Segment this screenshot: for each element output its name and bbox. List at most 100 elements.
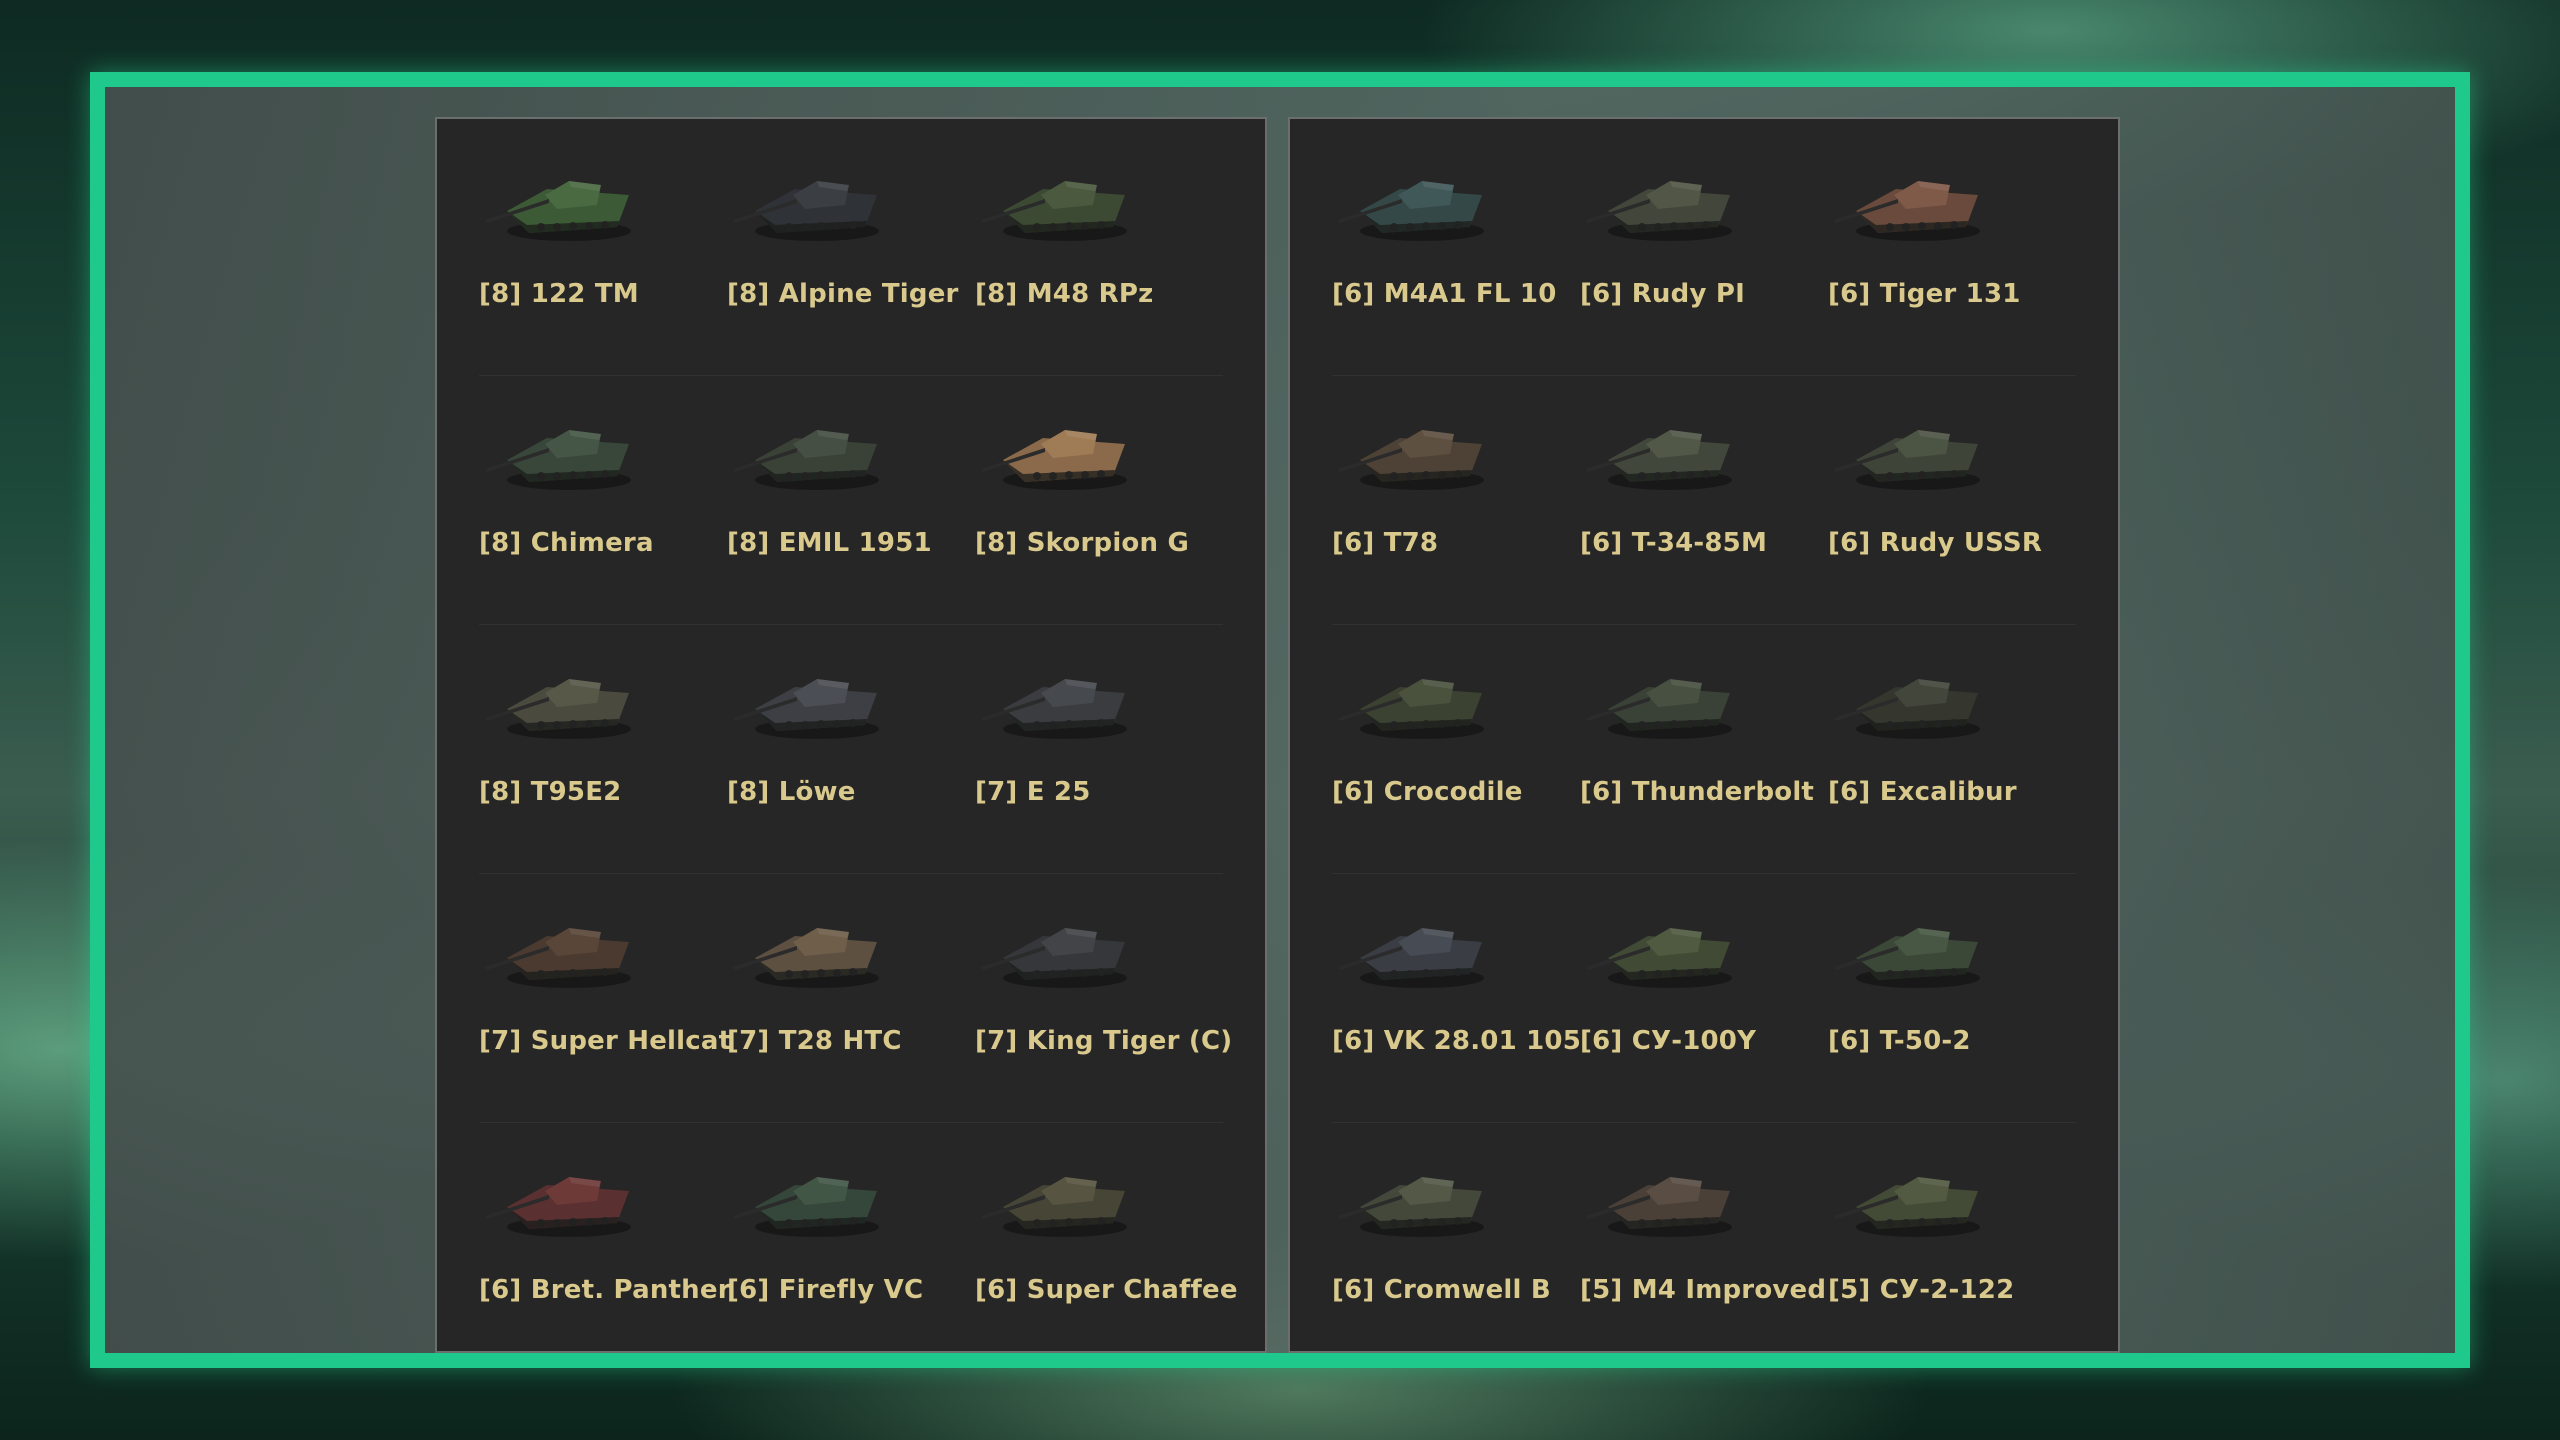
vehicle-card[interactable]: [6] Super Chaffee [975, 1123, 1238, 1372]
vehicle-card[interactable]: [6] СУ-100Y [1580, 874, 1828, 1122]
vehicle-card[interactable]: [8] Alpine Tiger [727, 127, 975, 375]
tank-icon [479, 647, 649, 747]
tank-icon [1332, 1145, 1502, 1245]
tank-icon [975, 398, 1145, 498]
vehicle-card[interactable]: [5] СУ-2-122 [1828, 1123, 2076, 1372]
vehicle-label: [6] T-50-2 [1828, 1026, 1971, 1056]
vehicle-card[interactable]: [8] M48 RPz [975, 127, 1223, 375]
vehicle-card[interactable]: [6] Thunderbolt [1580, 625, 1828, 873]
tank-icon [1828, 149, 1998, 249]
vehicle-card[interactable]: [6] Excalibur [1828, 625, 2076, 873]
vehicle-label: [6] СУ-100Y [1580, 1026, 1757, 1056]
vehicle-panel-right: [6] M4A1 FL 10 [6] Rudy PI [6] Tiger 131 [1288, 117, 2120, 1353]
vehicle-label: [6] Firefly VC [727, 1275, 924, 1305]
vehicle-row: [6] VK 28.01 105 [6] СУ-100Y [6] T-50-2 [1332, 874, 2076, 1123]
vehicle-label: [8] M48 RPz [975, 279, 1154, 309]
tank-icon [975, 896, 1145, 996]
vehicle-card[interactable]: [8] EMIL 1951 [727, 376, 975, 624]
tank-icon [479, 896, 649, 996]
vehicle-label: [6] Crocodile [1332, 777, 1523, 807]
vehicle-card[interactable]: [6] T78 [1332, 376, 1580, 624]
tank-icon [727, 398, 897, 498]
vehicle-card[interactable]: [7] E 25 [975, 625, 1223, 873]
vehicle-label: [8] Chimera [479, 528, 654, 558]
vehicle-row: [8] 122 TM [8] Alpine Tiger [8] M48 RPz [479, 127, 1223, 376]
vehicle-card[interactable]: [6] T-50-2 [1828, 874, 2076, 1122]
vehicle-label: [6] Cromwell B [1332, 1275, 1551, 1305]
vehicle-label: [6] M4A1 FL 10 [1332, 279, 1557, 309]
tank-icon [1332, 647, 1502, 747]
vehicle-card[interactable]: [8] 122 TM [479, 127, 727, 375]
vehicle-card[interactable]: [6] VK 28.01 105 [1332, 874, 1581, 1122]
tank-icon [1332, 149, 1502, 249]
vehicle-grid: [6] M4A1 FL 10 [6] Rudy PI [6] Tiger 131 [1332, 127, 2076, 1372]
vehicle-label: [6] Rudy USSR [1828, 528, 2043, 558]
tank-icon [727, 896, 897, 996]
tank-icon [479, 398, 649, 498]
vehicle-card[interactable]: [7] Super Hellcat [479, 874, 731, 1122]
tank-icon [1580, 647, 1750, 747]
vehicle-card[interactable]: [5] M4 Improved [1580, 1123, 1828, 1372]
vehicle-label: [6] T-34-85M [1580, 528, 1768, 558]
vehicle-card[interactable]: [6] T-34-85M [1580, 376, 1828, 624]
vehicle-card[interactable]: [6] Rudy PI [1580, 127, 1828, 375]
vehicle-card[interactable]: [8] Löwe [727, 625, 975, 873]
tank-icon [1828, 647, 1998, 747]
vehicle-row: [6] T78 [6] T-34-85M [6] Rudy USSR [1332, 376, 2076, 625]
vehicle-panel-left: [8] 122 TM [8] Alpine Tiger [8] M48 RPz [435, 117, 1267, 1353]
vehicle-label: [5] СУ-2-122 [1828, 1275, 2015, 1305]
tank-icon [1828, 398, 1998, 498]
vehicle-label: [6] VK 28.01 105 [1332, 1026, 1581, 1056]
vehicle-row: [6] Crocodile [6] Thunderbolt [6] Excali… [1332, 625, 2076, 874]
vehicle-card[interactable]: [6] M4A1 FL 10 [1332, 127, 1580, 375]
tank-icon [975, 1145, 1145, 1245]
vehicle-row: [8] T95E2 [8] Löwe [7] E 25 [479, 625, 1223, 874]
vehicle-card[interactable]: [8] Chimera [479, 376, 727, 624]
vehicle-row: [8] Chimera [8] EMIL 1951 [8] Skorpion G [479, 376, 1223, 625]
vehicle-card[interactable]: [8] T95E2 [479, 625, 727, 873]
vehicle-label: [8] Skorpion G [975, 528, 1189, 558]
tank-icon [1828, 1145, 1998, 1245]
tank-icon [1580, 398, 1750, 498]
vehicle-label: [6] Tiger 131 [1828, 279, 2021, 309]
vehicle-card[interactable]: [8] Skorpion G [975, 376, 1223, 624]
tank-icon [727, 647, 897, 747]
vehicle-row: [7] Super Hellcat [7] T28 HTC [7] King T… [479, 874, 1232, 1123]
vehicle-label: [8] EMIL 1951 [727, 528, 932, 558]
tank-icon [975, 647, 1145, 747]
vehicle-label: [6] Excalibur [1828, 777, 2017, 807]
vehicle-label: [5] M4 Improved [1580, 1275, 1827, 1305]
vehicle-label: [7] T28 HTC [727, 1026, 902, 1056]
vehicle-label: [6] Super Chaffee [975, 1275, 1238, 1305]
frame: [8] 122 TM [8] Alpine Tiger [8] M48 RPz [90, 72, 2470, 1368]
tank-icon [1828, 896, 1998, 996]
tank-icon [975, 149, 1145, 249]
vehicle-card[interactable]: [6] Cromwell B [1332, 1123, 1580, 1372]
vehicle-card[interactable]: [6] Rudy USSR [1828, 376, 2076, 624]
vehicle-label: [8] Löwe [727, 777, 856, 807]
vehicle-label: [6] Bret. Panther [479, 1275, 731, 1305]
vehicle-card[interactable]: [6] Tiger 131 [1828, 127, 2076, 375]
vehicle-card[interactable]: [6] Crocodile [1332, 625, 1580, 873]
tank-icon [1332, 896, 1502, 996]
vehicle-label: [6] Thunderbolt [1580, 777, 1815, 807]
vehicle-row: [6] M4A1 FL 10 [6] Rudy PI [6] Tiger 131 [1332, 127, 2076, 376]
tank-icon [479, 149, 649, 249]
vehicle-card[interactable]: [6] Firefly VC [727, 1123, 975, 1372]
vehicle-label: [7] Super Hellcat [479, 1026, 732, 1056]
vehicle-row: [6] Cromwell B [5] M4 Improved [5] СУ-2-… [1332, 1123, 2076, 1372]
vehicle-label: [6] T78 [1332, 528, 1439, 558]
tank-icon [479, 1145, 649, 1245]
vehicle-label: [8] Alpine Tiger [727, 279, 959, 309]
tank-icon [727, 1145, 897, 1245]
vehicle-label: [7] E 25 [975, 777, 1091, 807]
vehicle-card[interactable]: [7] T28 HTC [727, 874, 975, 1122]
vehicle-label: [7] King Tiger (C) [975, 1026, 1233, 1056]
tank-icon [1332, 398, 1502, 498]
vehicle-card[interactable]: [7] King Tiger (C) [975, 874, 1232, 1122]
vehicle-label: [6] Rudy PI [1580, 279, 1745, 309]
vehicle-label: [8] 122 TM [479, 279, 639, 309]
vehicle-label: [8] T95E2 [479, 777, 622, 807]
tank-icon [727, 149, 897, 249]
vehicle-card[interactable]: [6] Bret. Panther [479, 1123, 731, 1372]
